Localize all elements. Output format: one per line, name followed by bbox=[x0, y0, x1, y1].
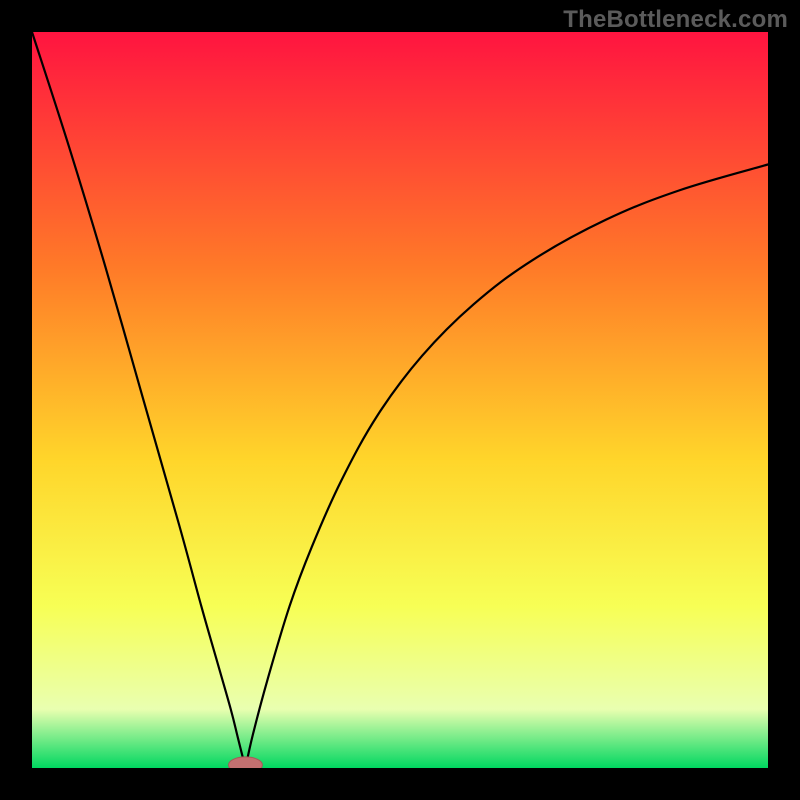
watermark-text: TheBottleneck.com bbox=[563, 6, 788, 34]
plot-area bbox=[32, 32, 768, 768]
bottleneck-chart bbox=[32, 32, 768, 768]
chart-frame: TheBottleneck.com bbox=[0, 0, 800, 800]
